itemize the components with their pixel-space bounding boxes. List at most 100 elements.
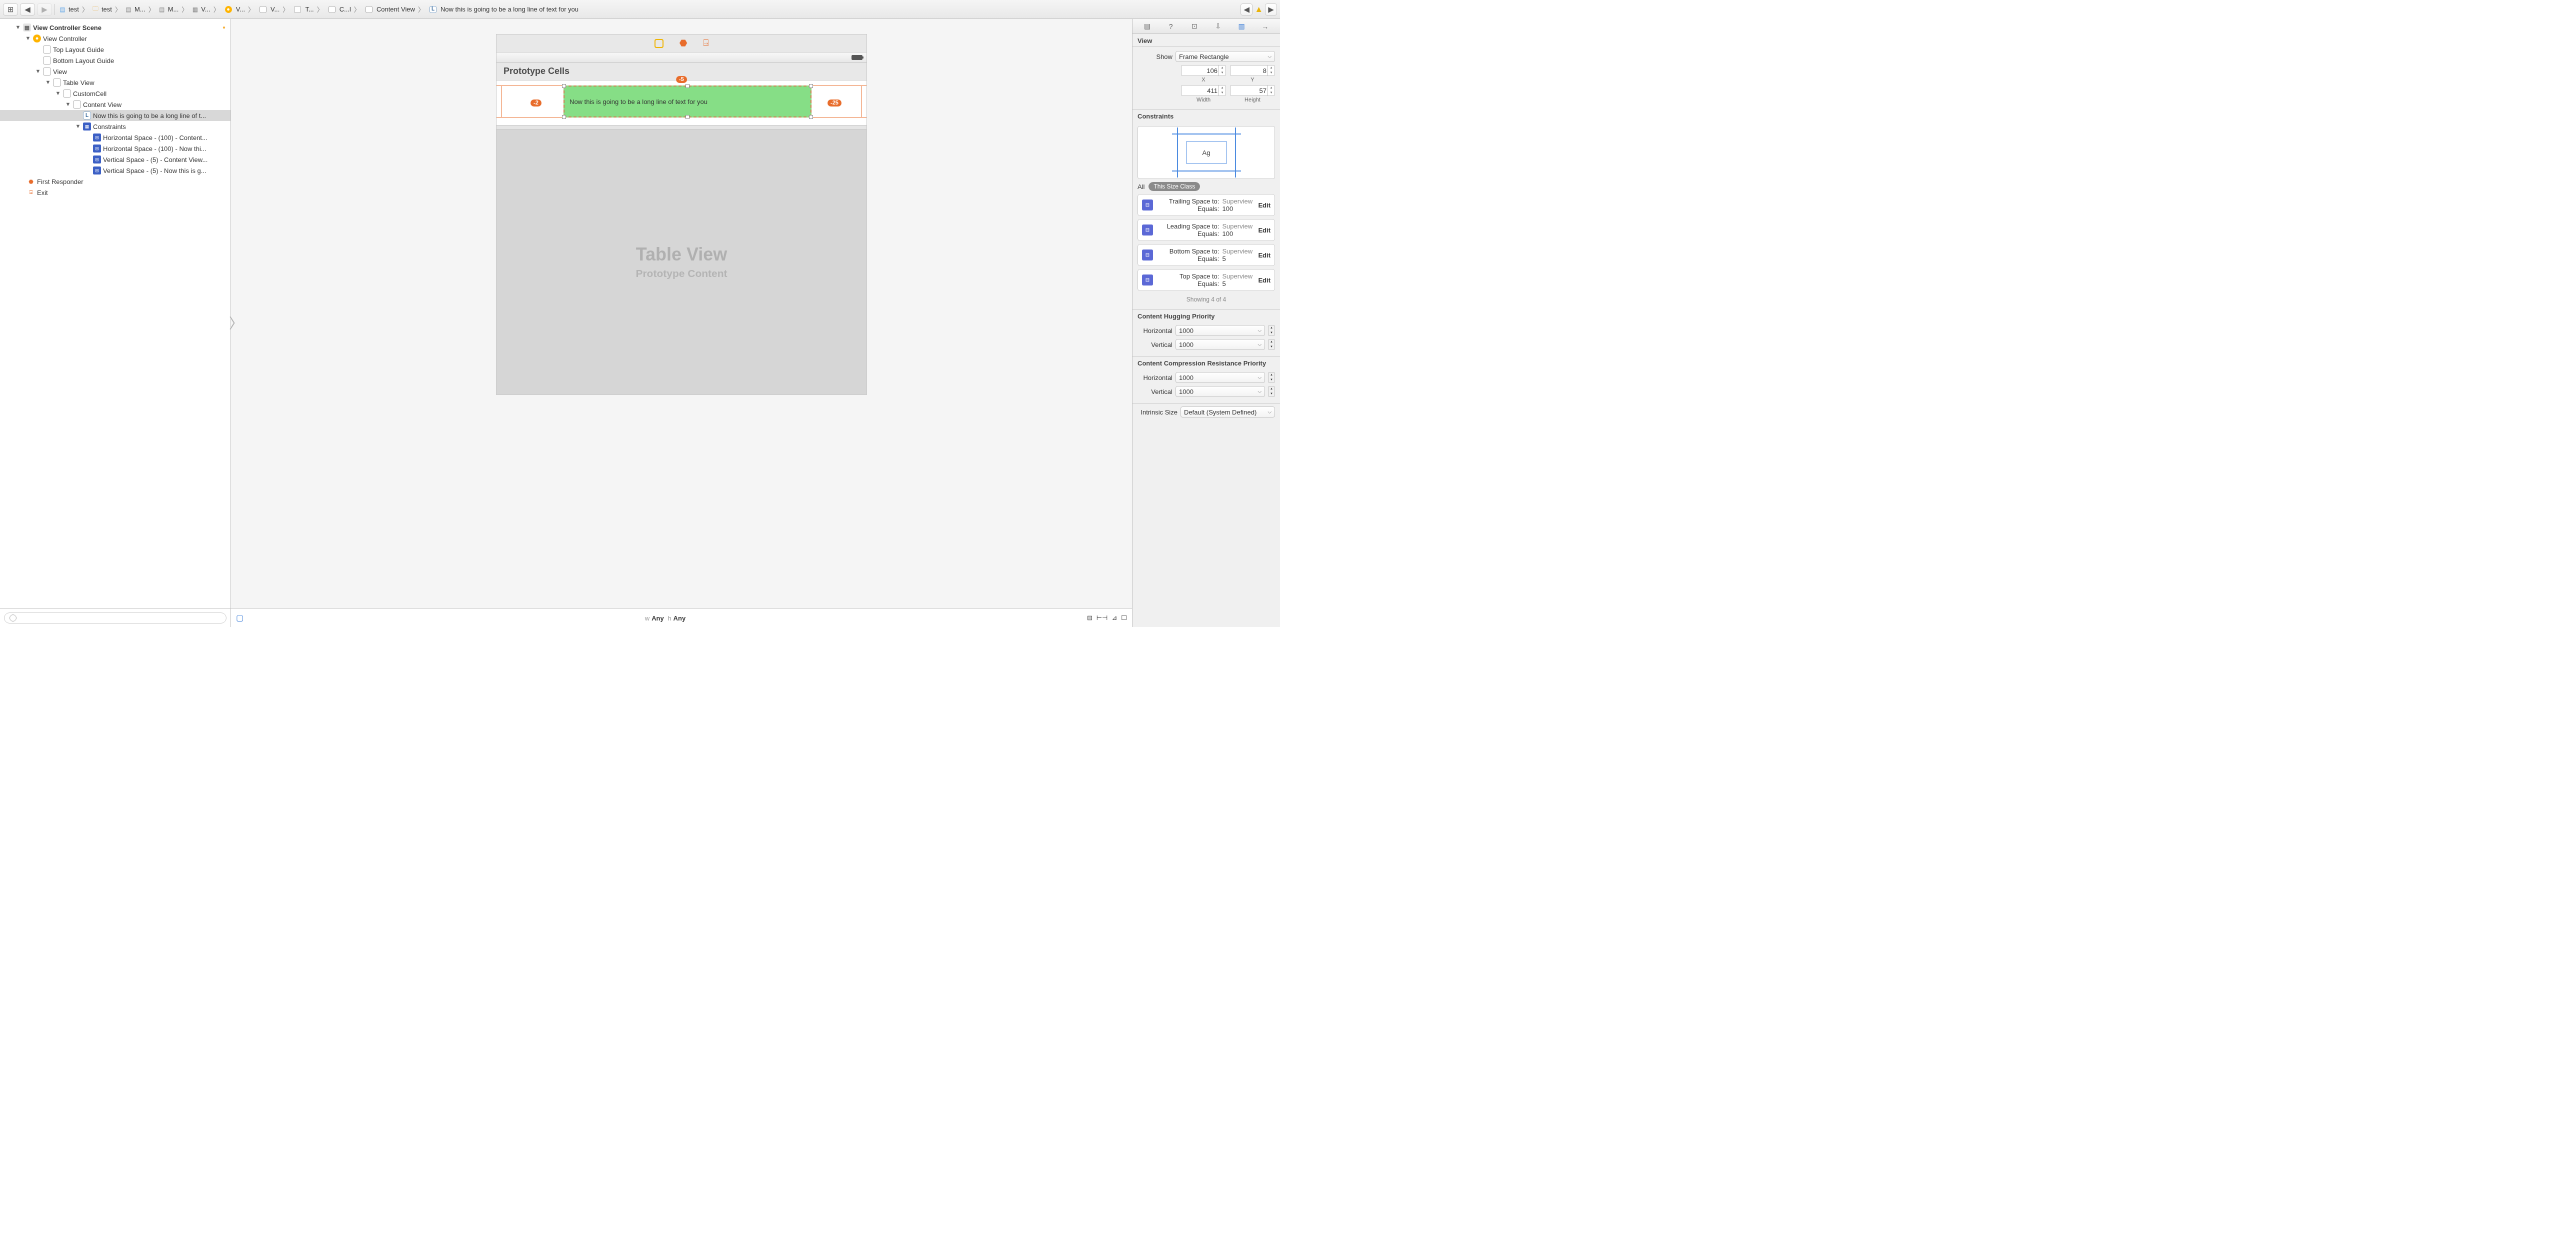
bc-view[interactable]: V... — [256, 6, 282, 14]
first-responder-dock-icon[interactable]: ⬣ — [679, 38, 687, 49]
bc-viewcontroller[interactable]: ●V... — [221, 6, 247, 14]
constraint-card[interactable]: ⊟ Bottom Space to:Superview Equals:5 Edi… — [1138, 244, 1276, 266]
resize-handle[interactable] — [686, 84, 690, 88]
outline-constraint-item[interactable]: ⊟Vertical Space - (5) - Now this is g... — [0, 165, 231, 176]
disclosure-icon[interactable]: ▼ — [45, 80, 51, 86]
outline-view[interactable]: ▼View — [0, 66, 231, 77]
attributes-inspector-tab[interactable]: ⇩ — [1213, 21, 1224, 32]
bc-contentview[interactable]: Content View — [361, 6, 417, 14]
file-inspector-tab[interactable]: ▤ — [1142, 21, 1153, 32]
constraint-badge[interactable]: -25 — [828, 100, 842, 107]
document-outline[interactable]: ▼▦View Controller Scene● ▼●View Controll… — [0, 19, 231, 608]
stepper[interactable]: ▴▾ — [1268, 86, 1275, 96]
resize-handle[interactable] — [809, 115, 813, 119]
disclosure-icon[interactable]: ▼ — [15, 25, 21, 31]
y-field[interactable]: 8▴▾ — [1230, 65, 1275, 76]
height-field[interactable]: 57▴▾ — [1230, 85, 1275, 96]
intrinsic-size-select[interactable]: Default (System Defined) — [1181, 407, 1276, 418]
stepper[interactable]: ▴▾ — [1219, 86, 1226, 96]
filter-this-size-class[interactable]: This Size Class — [1149, 182, 1200, 191]
bc-folder[interactable]: 🗀test — [89, 5, 113, 13]
quickhelp-inspector-tab[interactable]: ? — [1165, 21, 1176, 32]
status-indicator-icon[interactable]: ● — [222, 25, 225, 31]
stepper[interactable]: ▴▾ — [1268, 66, 1275, 76]
outline-bottom-layout-guide[interactable]: Bottom Layout Guide — [0, 55, 231, 66]
warning-icon[interactable]: ▲ — [1255, 4, 1263, 14]
resize-tool-icon[interactable]: ☐ — [1121, 614, 1127, 622]
exit-dock-icon[interactable]: ⍈ — [703, 38, 708, 49]
edit-constraint-button[interactable]: Edit — [1258, 226, 1270, 234]
outline-constraint-item[interactable]: ⊟Vertical Space - (5) - Content View... — [0, 154, 231, 165]
resize-handle[interactable] — [686, 115, 690, 119]
related-items-button[interactable]: ⊞ — [3, 3, 18, 15]
bc-label[interactable]: LNow this is going to be a long line of … — [425, 6, 580, 14]
outline-first-responder[interactable]: ⬣First Responder — [0, 176, 231, 187]
compression-horizontal-select[interactable]: 1000 — [1176, 372, 1266, 383]
expand-outline-arrow[interactable]: 〉 — [231, 313, 241, 333]
disclosure-icon[interactable]: ▼ — [75, 124, 81, 130]
resize-handle[interactable] — [809, 84, 813, 88]
constraint-card[interactable]: ⊟ Trailing Space to:Superview Equals:100… — [1138, 194, 1276, 216]
align-tool-icon[interactable]: ⊟ — [1087, 614, 1092, 622]
stepper[interactable]: ▴▾ — [1268, 386, 1275, 397]
outline-label-selected[interactable]: LNow this is going to be a long line of … — [0, 110, 231, 121]
size-inspector-tab[interactable]: ▥ — [1236, 21, 1247, 32]
stepper[interactable]: ▴▾ — [1268, 372, 1275, 383]
edit-constraint-button[interactable]: Edit — [1258, 251, 1270, 259]
next-issue-button[interactable]: ▶ — [1265, 3, 1277, 15]
size-class-control[interactable]: w Any h Any — [645, 614, 686, 622]
outline-viewcontroller[interactable]: ▼●View Controller — [0, 33, 231, 44]
canvas-scroll[interactable]: ⬣ ⍈ Prototype Cells -2 -25 -5 Now this i… — [231, 19, 1132, 608]
back-button[interactable]: ◀ — [20, 3, 35, 15]
identity-inspector-tab[interactable]: ⊡ — [1189, 21, 1200, 32]
constraint-card[interactable]: ⊟ Top Space to:Superview Equals:5 Edit — [1138, 269, 1276, 291]
resize-handle[interactable] — [562, 84, 566, 88]
constraint-card[interactable]: ⊟ Leading Space to:Superview Equals:100 … — [1138, 219, 1276, 241]
constraint-badge[interactable]: -2 — [531, 100, 542, 107]
edit-constraint-button[interactable]: Edit — [1258, 276, 1270, 284]
outline-scene[interactable]: ▼▦View Controller Scene● — [0, 22, 231, 33]
stepper[interactable]: ▴▾ — [1219, 66, 1226, 76]
hugging-horizontal-select[interactable]: 1000 — [1176, 325, 1266, 336]
outline-constraint-item[interactable]: ⊟Horizontal Space - (100) - Content... — [0, 132, 231, 143]
prototype-cell[interactable]: -2 -25 -5 Now this is going to be a long… — [497, 81, 867, 126]
disclosure-icon[interactable]: ▼ — [25, 36, 31, 42]
disclosure-icon[interactable]: ▼ — [35, 69, 41, 75]
show-select[interactable]: Frame Rectangle — [1176, 51, 1276, 62]
compression-vertical-select[interactable]: 1000 — [1176, 386, 1266, 397]
bc-file[interactable]: ▤M... — [122, 5, 147, 13]
bc-scene[interactable]: ▦V... — [189, 5, 212, 13]
bc-file[interactable]: ▤M... — [156, 5, 181, 13]
viewcontroller-dock-icon[interactable] — [654, 39, 663, 48]
outline-tableview[interactable]: ▼Table View — [0, 77, 231, 88]
outline-constraints[interactable]: ▼▦Constraints — [0, 121, 231, 132]
outline-constraint-item[interactable]: ⊟Horizontal Space - (100) - Now thi... — [0, 143, 231, 154]
width-field[interactable]: 411▴▾ — [1181, 85, 1226, 96]
selected-label[interactable]: Now this is going to be a long line of t… — [564, 86, 812, 118]
pin-tool-icon[interactable]: ⊢⊣ — [1096, 614, 1107, 622]
stepper[interactable]: ▴▾ — [1268, 339, 1275, 350]
connections-inspector-tab[interactable]: → — [1260, 21, 1271, 32]
stepper[interactable]: ▴▾ — [1268, 325, 1275, 336]
outline-contentview[interactable]: ▼Content View — [0, 99, 231, 110]
resize-handle[interactable] — [562, 115, 566, 119]
constraints-diagram[interactable]: Ag — [1138, 126, 1276, 179]
x-field[interactable]: 106▴▾ — [1181, 65, 1226, 76]
disclosure-icon[interactable]: ▼ — [55, 91, 61, 97]
bc-cell[interactable]: C...l — [324, 6, 353, 14]
filter-field[interactable] — [4, 612, 227, 623]
bc-tableview[interactable]: T... — [290, 6, 316, 14]
edit-constraint-button[interactable]: Edit — [1258, 201, 1270, 209]
filter-all[interactable]: All — [1138, 183, 1145, 191]
outline-customcell[interactable]: ▼CustomCell — [0, 88, 231, 99]
disclosure-icon[interactable]: ▼ — [65, 102, 71, 108]
outline-exit[interactable]: ⍈Exit — [0, 187, 231, 198]
resolve-tool-icon[interactable]: ⊿ — [1112, 614, 1117, 622]
prev-issue-button[interactable]: ◀ — [1241, 3, 1253, 15]
bc-project[interactable]: ▤test — [57, 5, 81, 13]
outline-top-layout-guide[interactable]: Top Layout Guide — [0, 44, 231, 55]
scene-dock[interactable]: ⬣ ⍈ — [497, 35, 867, 53]
toggle-outline-icon[interactable]: ▢ — [236, 613, 244, 623]
constraint-badge[interactable]: -5 — [676, 76, 687, 83]
ib-scene-canvas[interactable]: ⬣ ⍈ Prototype Cells -2 -25 -5 Now this i… — [496, 34, 867, 395]
